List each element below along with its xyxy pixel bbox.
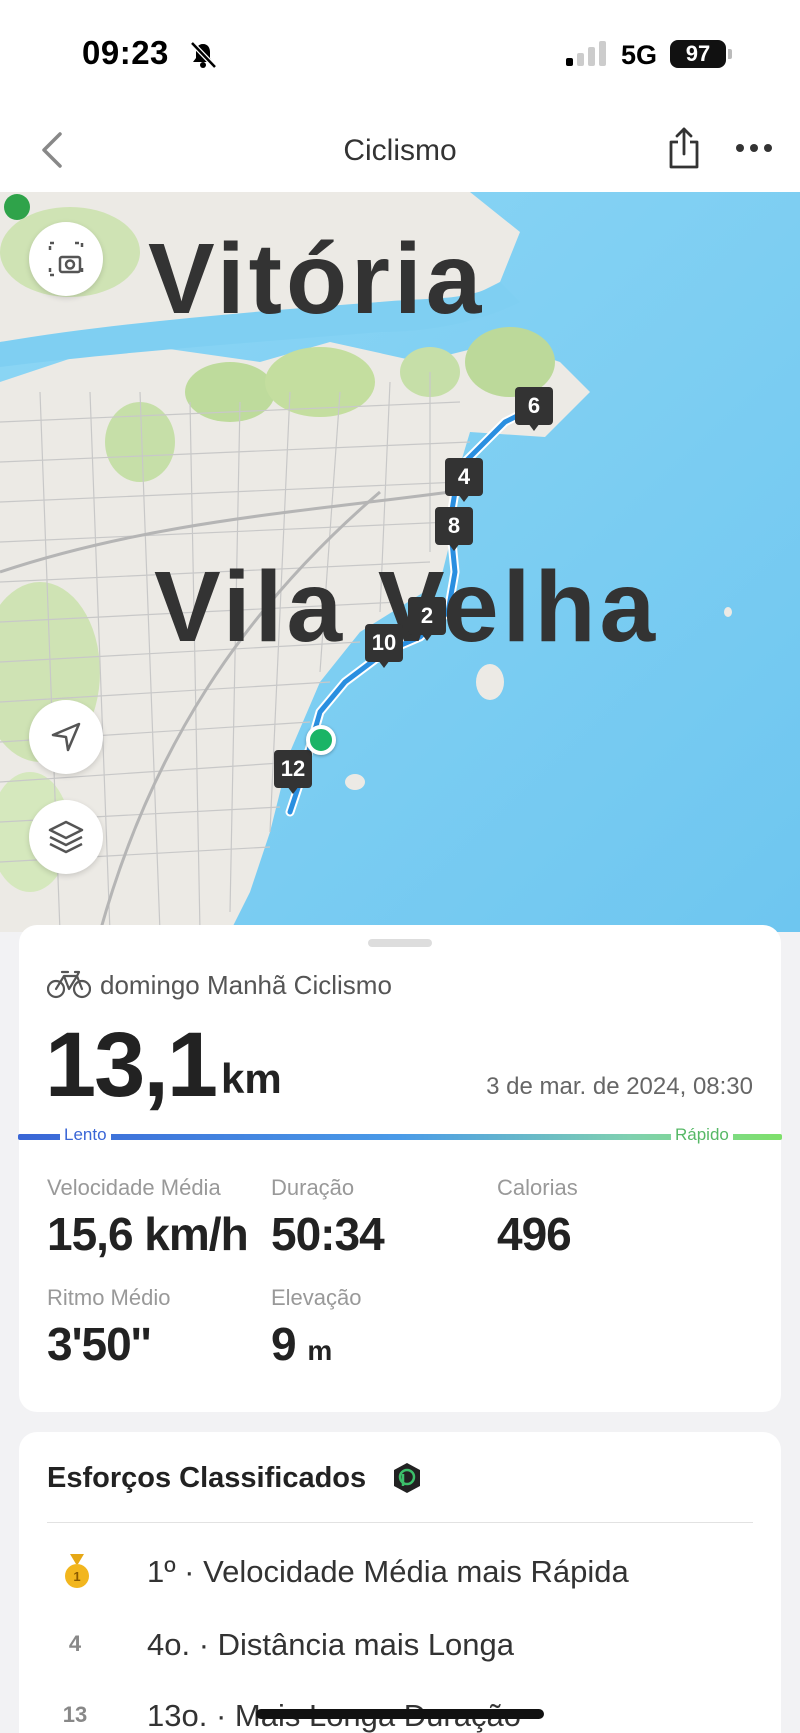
stat-label: Velocidade Média (47, 1175, 221, 1200)
stat-unit: m (307, 1335, 333, 1366)
layers-icon (48, 820, 84, 854)
km-marker: 2 (408, 597, 446, 641)
camera-frame-icon (48, 241, 84, 277)
stat-duration: Duração 50:34 (271, 1175, 385, 1261)
stat-value: 50:34 (271, 1207, 385, 1261)
home-indicator[interactable] (256, 1709, 544, 1719)
km-marker: 6 (515, 387, 553, 431)
speed-gradient-bar (18, 1134, 782, 1140)
share-icon[interactable] (666, 126, 702, 170)
stat-value: 3'50'' (47, 1317, 170, 1371)
more-options-icon[interactable] (734, 142, 774, 154)
stat-label: Elevação (271, 1285, 362, 1310)
stat-number: 496 (497, 1208, 572, 1260)
stat-number: 9 (271, 1318, 297, 1370)
efforts-title: Esforços Classificados (47, 1462, 367, 1494)
battery-indicator: 97 (670, 40, 726, 68)
stat-label: Calorias (497, 1175, 578, 1200)
divider (47, 1522, 753, 1523)
stat-value: 9 m (271, 1317, 362, 1371)
effort-rank: 13 (62, 1702, 88, 1727)
stat-calories: Calorias 496 (497, 1175, 578, 1261)
route-map[interactable]: Vitória Vila Velha 6 4 8 2 10 12 (0, 192, 800, 932)
gold-medal-icon: 1 (65, 1554, 89, 1588)
stat-number: 50:34 (271, 1208, 385, 1260)
distance-value: 13,1 (45, 1014, 218, 1116)
activity-date: 3 de mar. de 2024, 08:30 (486, 1073, 753, 1100)
sheet-grab-handle[interactable] (368, 939, 432, 947)
effort-rank: 4 (68, 1631, 82, 1656)
battery-tip (728, 49, 732, 59)
stat-number: 15,6 km/h (47, 1208, 249, 1260)
stat-label: Duração (271, 1175, 355, 1200)
ranked-efforts-card: Esforços Classificados 1 1º · Velocidade… (19, 1432, 781, 1733)
nav-bar: Ciclismo (0, 110, 800, 192)
signal-icon (566, 41, 606, 66)
layers-button[interactable] (29, 800, 103, 874)
network-label: 5G (621, 40, 658, 70)
activity-summary-card: domingo Manhã Ciclismo 13,1 km 3 de mar.… (18, 925, 782, 1412)
status-bar: 09:23 5G 97 (0, 0, 800, 110)
locate-button[interactable] (29, 700, 103, 774)
km-marker: 4 (445, 458, 483, 502)
stat-label: Ritmo Médio (47, 1285, 171, 1310)
speed-fast-label: Rápido (671, 1125, 733, 1145)
tree-icon (4, 194, 30, 220)
navigation-arrow-icon (51, 722, 81, 752)
bicycle-icon (47, 970, 91, 999)
medal-rank: 1 (73, 1569, 80, 1584)
stat-number: 3'50'' (47, 1318, 152, 1370)
activity-label: domingo Manhã Ciclismo (100, 970, 392, 1000)
effort-row[interactable]: 4 4o. · Distância mais Longa (47, 1617, 753, 1677)
snapshot-button[interactable] (29, 222, 103, 296)
podium-badge-icon (394, 1463, 420, 1493)
effort-row[interactable]: 1 1º · Velocidade Média mais Rápida (47, 1544, 753, 1604)
map-label-vitoria: Vitória (148, 223, 486, 335)
stat-average-pace: Ritmo Médio 3'50'' (47, 1285, 170, 1371)
effort-text: 1º · Velocidade Média mais Rápida (147, 1554, 629, 1589)
speed-slow-label: Lento (60, 1125, 111, 1145)
map-label-vila-velha: Vila Velha (154, 551, 660, 663)
km-marker: 12 (274, 750, 312, 794)
stat-elevation: Elevação 9 m (271, 1285, 362, 1371)
stat-value: 15,6 km/h (47, 1207, 249, 1261)
route-start-marker (306, 725, 336, 755)
effort-text: 4o. · Distância mais Longa (147, 1627, 515, 1662)
km-marker: 8 (435, 507, 473, 551)
stat-value: 496 (497, 1207, 578, 1261)
km-marker: 10 (365, 624, 403, 668)
distance-unit: km (221, 1055, 282, 1102)
status-time: 09:23 (82, 34, 169, 71)
bell-muted-icon (190, 41, 217, 69)
stat-average-speed: Velocidade Média 15,6 km/h (47, 1175, 249, 1261)
